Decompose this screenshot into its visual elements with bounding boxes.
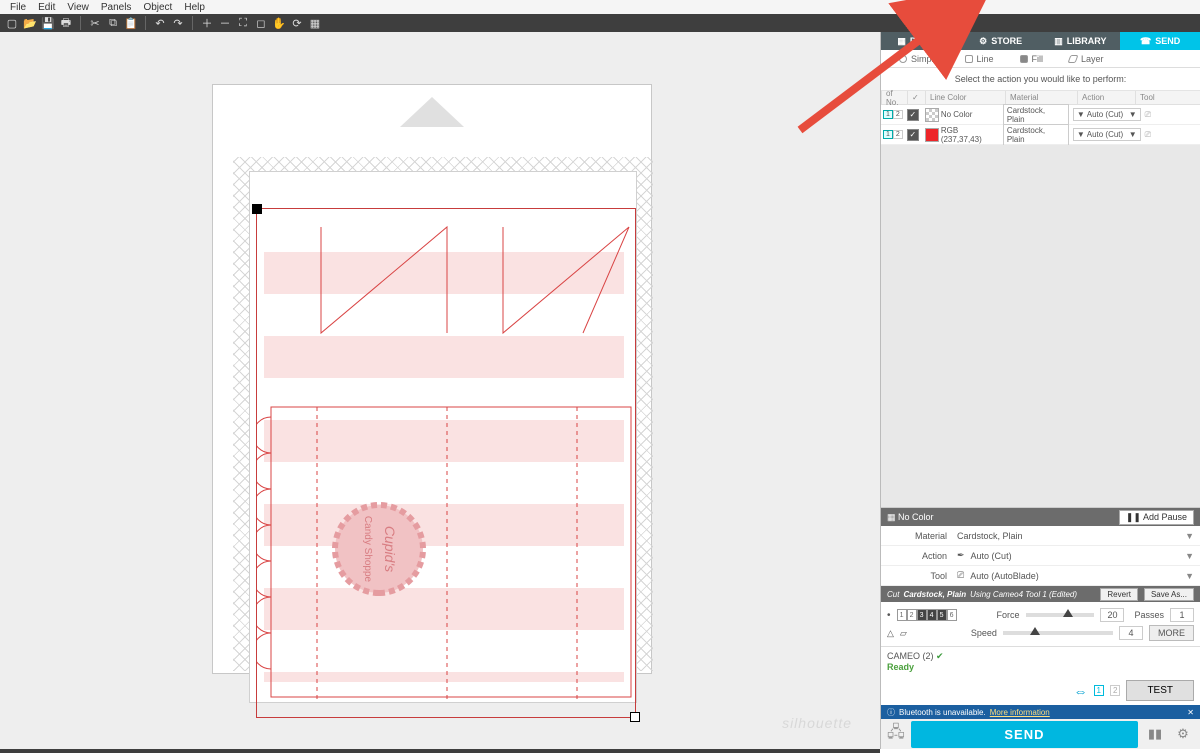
carriage-icon[interactable]: ⇔ — [1074, 683, 1088, 699]
tab-store[interactable]: ⚙ STORE — [961, 32, 1041, 50]
add-pause-button[interactable]: ❚❚ Add Pause — [1119, 510, 1194, 525]
tab-send[interactable]: ☎ SEND — [1120, 32, 1200, 50]
subtab-line[interactable]: Line — [965, 54, 994, 64]
zoom-in-icon[interactable]: ＋ — [199, 15, 215, 31]
cut-settings-panel: ▦ No Color ❚❚ Add Pause MaterialCardstoc… — [881, 507, 1200, 749]
status-bar — [0, 749, 880, 753]
design-label: Cupid's Candy Shoppe — [335, 505, 423, 593]
print-icon[interactable]: 🖶 — [58, 15, 74, 31]
canvas[interactable]: Cupid's Candy Shoppe silhouette — [0, 32, 880, 749]
tool-glyph-icon: ⎚ — [957, 570, 964, 581]
pause-icon[interactable]: ▮▮ — [1144, 723, 1166, 745]
menu-edit[interactable]: Edit — [32, 1, 61, 14]
bt-more-link[interactable]: More information — [990, 708, 1050, 717]
blade-icon: ✒ — [957, 550, 965, 561]
send-subtabs: Simple Line Fill Layer — [881, 50, 1200, 68]
action-dropdown[interactable]: ✒Auto (Cut)▼ — [957, 550, 1194, 561]
device-status: CAMEO (2) ✔ Ready — [881, 646, 1200, 676]
open-icon[interactable]: 📂 — [22, 15, 38, 31]
menu-bar: File Edit View Panels Object Help — [0, 0, 1200, 14]
overcut-icon: ▱ — [900, 628, 907, 639]
speed-slider[interactable] — [1003, 631, 1113, 635]
cut-icon[interactable]: ✂ — [87, 15, 103, 31]
line-check-0[interactable]: ✓ — [907, 109, 919, 121]
rotate-icon[interactable]: ⟳ — [289, 15, 305, 31]
swatch-nocolor — [925, 108, 939, 122]
menu-object[interactable]: Object — [137, 1, 178, 14]
force-slider[interactable] — [1026, 613, 1095, 617]
bluetooth-warning: ⓘBluetooth is unavailable. More informat… — [881, 705, 1200, 719]
redo-icon[interactable]: ↷ — [170, 15, 186, 31]
line-row-1[interactable]: 1 2 ✓ RGB (237,37,43) Cardstock, Plain ▼… — [881, 125, 1200, 145]
machine-icon[interactable]: 🖧 — [887, 721, 905, 748]
load-direction-icon — [400, 97, 464, 127]
panel-head: ▦ No Color ❚❚ Add Pause — [881, 508, 1200, 526]
menu-file[interactable]: File — [4, 1, 32, 14]
save-icon[interactable]: 💾 — [40, 15, 56, 31]
panel-spacer — [881, 145, 1200, 507]
copy-icon[interactable]: ⧉ — [105, 15, 121, 31]
grid-icon[interactable]: ▦ — [307, 15, 323, 31]
zoom-fit-icon[interactable]: ⛶ — [235, 15, 251, 31]
blade-depth[interactable]: 1 2 3 4 5 6 — [897, 609, 957, 621]
speed-value[interactable]: 4 — [1119, 626, 1143, 640]
passes-value[interactable]: 1 — [1170, 608, 1194, 622]
tool-icon: ⎚ — [1145, 110, 1151, 120]
svg-text:Cupid's: Cupid's — [382, 526, 398, 572]
cut-summary: Cut Cardstock, Plain Using Cameo4 Tool 1… — [881, 586, 1200, 602]
subtab-layer[interactable]: Layer — [1069, 54, 1104, 64]
line-row-0[interactable]: 1 2 ✓ No Color Cardstock, Plain ▼Auto (C… — [881, 105, 1200, 125]
material-select-1[interactable]: Cardstock, Plain — [1003, 124, 1069, 146]
menu-view[interactable]: View — [61, 1, 95, 14]
layer-icon — [1068, 55, 1079, 63]
new-file-icon[interactable]: ▢ — [4, 15, 20, 31]
instruction-text: Select the action you would like to perf… — [881, 68, 1200, 91]
tool-icon: ⎚ — [1145, 130, 1151, 140]
circle-icon — [899, 55, 907, 63]
menu-help[interactable]: Help — [178, 1, 211, 14]
paste-icon[interactable]: 📋 — [123, 15, 139, 31]
material-dropdown[interactable]: Cardstock, Plain▼ — [957, 531, 1194, 541]
cutting-mat: Cupid's Candy Shoppe — [212, 84, 652, 674]
force-value[interactable]: 20 — [1100, 608, 1124, 622]
line-preview-icon: △ — [887, 628, 894, 639]
undo-icon[interactable]: ↶ — [152, 15, 168, 31]
top-nav: ▦ DESIGN ⚙ STORE ▥ LIBRARY ☎ SEND — [881, 32, 1200, 50]
revert-button[interactable]: Revert — [1100, 588, 1138, 601]
swatch-red — [925, 128, 939, 142]
subtab-fill[interactable]: Fill — [1020, 54, 1044, 64]
material-select-0[interactable]: Cardstock, Plain — [1003, 104, 1069, 126]
save-as-button[interactable]: Save As... — [1144, 588, 1194, 601]
more-button[interactable]: MORE — [1149, 625, 1194, 641]
right-panel: ▦ DESIGN ⚙ STORE ▥ LIBRARY ☎ SEND Simple… — [880, 32, 1200, 749]
test-button[interactable]: TEST — [1126, 680, 1194, 701]
send-button[interactable]: SEND — [911, 721, 1138, 748]
action-select-0[interactable]: ▼Auto (Cut)▼ — [1073, 108, 1141, 121]
media-page: Cupid's Candy Shoppe — [249, 171, 637, 703]
zoom-sel-icon[interactable]: ◻ — [253, 15, 269, 31]
close-warning-icon[interactable]: ✕ — [1187, 708, 1194, 717]
main-toolbar: ▢ 📂 💾 🖶 ✂ ⧉ 📋 ↶ ↷ ＋ － ⛶ ◻ ✋ ⟳ ▦ — [0, 14, 1200, 32]
action-select-1[interactable]: ▼Auto (Cut)▼ — [1073, 128, 1141, 141]
zoom-out-icon[interactable]: － — [217, 15, 233, 31]
svg-text:Candy Shoppe: Candy Shoppe — [362, 516, 373, 583]
tab-design[interactable]: ▦ DESIGN — [881, 32, 961, 50]
settings-gear-icon[interactable]: ⚙ — [1172, 723, 1194, 745]
square-icon — [965, 55, 973, 63]
selection-bbox[interactable]: Cupid's Candy Shoppe — [256, 208, 636, 718]
brand-watermark: silhouette — [782, 715, 852, 731]
menu-panels[interactable]: Panels — [95, 1, 138, 14]
tool-dropdown[interactable]: ⎚Auto (AutoBlade)▼ — [957, 570, 1194, 581]
fill-icon — [1020, 55, 1028, 63]
design-outline: Cupid's Candy Shoppe — [257, 209, 637, 719]
tab-library[interactable]: ▥ LIBRARY — [1041, 32, 1121, 50]
pan-icon[interactable]: ✋ — [271, 15, 287, 31]
line-check-1[interactable]: ✓ — [907, 129, 919, 141]
subtab-simple[interactable]: Simple — [899, 54, 939, 64]
